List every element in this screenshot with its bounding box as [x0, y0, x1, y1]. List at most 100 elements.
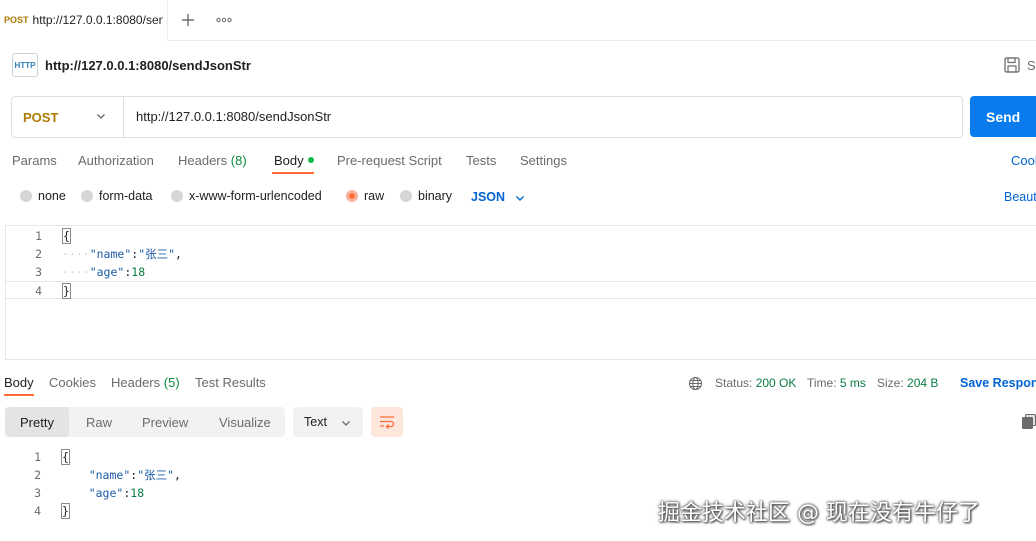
- json-key: "name": [89, 247, 132, 261]
- radio-raw[interactable]: raw: [346, 189, 384, 203]
- json-key: "age": [88, 486, 124, 500]
- headers-count: (8): [230, 153, 247, 168]
- radio-binary[interactable]: binary: [400, 189, 452, 203]
- response-tab-headers[interactable]: Headers (5): [111, 375, 180, 390]
- method-select[interactable]: POST: [12, 97, 124, 137]
- view-preview[interactable]: Preview: [142, 407, 188, 437]
- response-tabs: Body Cookies Headers (5) Test Results St…: [0, 372, 1036, 396]
- globe-icon[interactable]: [688, 376, 703, 391]
- radio-form-data-label: form-data: [99, 189, 153, 203]
- size-label: Size:: [877, 376, 904, 390]
- view-visualize[interactable]: Visualize: [219, 407, 271, 437]
- code-text: {: [61, 448, 70, 466]
- tab-headers-label: Headers: [178, 153, 228, 168]
- wrap-lines-icon: [380, 416, 395, 429]
- radio-circle: [400, 190, 412, 202]
- code-text: {: [62, 227, 71, 245]
- json-value: "张三": [138, 247, 176, 261]
- status-label: Status:: [715, 376, 753, 390]
- radio-binary-label: binary: [418, 189, 453, 203]
- editor-line: 2 ····"name":"张三",: [6, 245, 1036, 263]
- more-horizontal-icon[interactable]: [213, 9, 235, 31]
- copy-icon[interactable]: [1022, 414, 1036, 430]
- json-value: "张三": [137, 468, 175, 482]
- response-tab-cookies[interactable]: Cookies: [49, 375, 96, 390]
- line-number: 3: [35, 265, 42, 279]
- wrap-lines-button[interactable]: [371, 407, 403, 437]
- save-icon[interactable]: [1002, 55, 1022, 75]
- radio-circle: [20, 190, 32, 202]
- tab-body[interactable]: Body: [274, 153, 314, 168]
- line-number: 2: [34, 468, 41, 482]
- editor-line: 1 {: [6, 227, 1036, 245]
- line-number: 2: [35, 247, 42, 261]
- status-info[interactable]: Status: 200 OK: [715, 376, 796, 390]
- line-number: 3: [34, 486, 41, 500]
- time-value: 5 ms: [839, 376, 866, 390]
- radio-form-data[interactable]: form-data: [81, 189, 153, 203]
- tab-settings[interactable]: Settings: [520, 153, 567, 168]
- radio-urlencoded[interactable]: x-www-form-urlencoded: [171, 189, 322, 203]
- time-info[interactable]: Time: 5 ms: [807, 376, 866, 390]
- line-number: 4: [34, 504, 41, 518]
- save-button-label[interactable]: Sa: [1027, 58, 1036, 73]
- tab-bar: POST http://127.0.0.1:8080/sen: [0, 0, 1036, 41]
- brace-close: }: [61, 503, 70, 519]
- plus-icon[interactable]: [177, 9, 199, 31]
- response-tab-test-results[interactable]: Test Results: [195, 375, 266, 390]
- radio-circle: [171, 190, 183, 202]
- size-info[interactable]: Size: 204 B: [877, 376, 938, 390]
- view-raw[interactable]: Raw: [86, 407, 112, 437]
- tab-authorization[interactable]: Authorization: [78, 153, 154, 168]
- body-type-options: none form-data x-www-form-urlencoded raw…: [0, 186, 1036, 208]
- json-key: "name": [88, 468, 131, 482]
- view-pretty[interactable]: Pretty: [5, 407, 69, 437]
- tab-tests[interactable]: Tests: [466, 153, 496, 168]
- http-request-icon: HTTP: [12, 53, 38, 77]
- line-number: 4: [35, 284, 42, 298]
- watermark-text: 掘金技术社区 @ 现在没有牛仔了: [658, 501, 980, 526]
- response-line: 2 "name":"张三",: [5, 466, 1036, 484]
- json-comma: ,: [175, 247, 182, 261]
- request-name[interactable]: http://127.0.0.1:8080/sendJsonStr: [45, 58, 251, 73]
- code-text: ····"name":"张三",: [62, 247, 182, 261]
- response-headers-count: (5): [163, 375, 180, 390]
- chevron-down-icon: [97, 114, 105, 119]
- editor-line: 3 ····"age":18: [6, 263, 1036, 281]
- active-tab-underline: [272, 172, 314, 174]
- tab-body-label: Body: [274, 153, 304, 168]
- code-text: }: [61, 502, 70, 520]
- code-text: "name":"张三",: [61, 466, 181, 484]
- tab-prerequest-script[interactable]: Pre-request Script: [337, 153, 442, 168]
- radio-none[interactable]: none: [20, 189, 66, 203]
- response-headers-label: Headers: [111, 375, 161, 390]
- save-response-button[interactable]: Save Respons: [960, 376, 1036, 390]
- tab-title: http://127.0.0.1:8080/sen: [32, 12, 163, 27]
- code-text: }: [62, 282, 71, 300]
- brace-open: {: [61, 449, 70, 465]
- response-tab-underline: [4, 394, 34, 396]
- json-key: "age": [89, 265, 125, 279]
- tab-params[interactable]: Params: [12, 153, 57, 168]
- chevron-down-icon[interactable]: [515, 193, 525, 203]
- body-indicator-dot: [307, 157, 314, 163]
- line-number: 1: [34, 450, 41, 464]
- tab-headers[interactable]: Headers (8): [178, 153, 247, 168]
- cookies-link[interactable]: Cool: [1011, 153, 1036, 168]
- request-tab[interactable]: POST http://127.0.0.1:8080/sen: [0, 0, 168, 41]
- response-tab-body[interactable]: Body: [4, 375, 34, 390]
- response-format-select[interactable]: Text: [293, 407, 363, 437]
- format-select[interactable]: JSON: [471, 190, 505, 204]
- status-value: 200 OK: [755, 376, 797, 390]
- radio-none-label: none: [38, 189, 66, 203]
- beautify-link[interactable]: Beaut: [1004, 190, 1036, 204]
- radio-urlencoded-label: x-www-form-urlencoded: [189, 189, 322, 203]
- chevron-down-icon: [342, 421, 350, 426]
- editor-line-current: 4 }: [6, 281, 1036, 299]
- radio-circle-selected: [346, 190, 358, 202]
- send-button[interactable]: Send: [970, 96, 1036, 137]
- size-value: 204 B: [907, 376, 939, 390]
- view-mode-bar: Pretty Raw Preview Visualize: [5, 407, 285, 437]
- url-input[interactable]: http://127.0.0.1:8080/sendJsonStr: [136, 109, 331, 124]
- request-body-editor[interactable]: 1 { 2 ····"name":"张三", 3 ····"age":18 4 …: [5, 225, 1036, 360]
